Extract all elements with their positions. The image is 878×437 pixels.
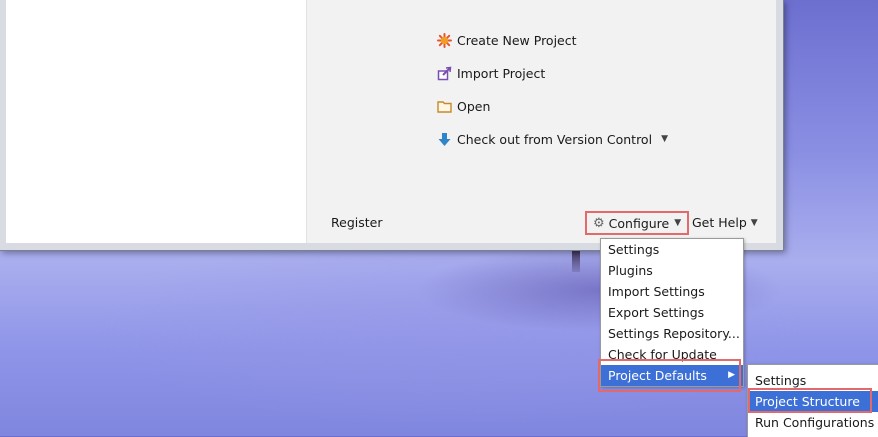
project-defaults-label: Project Defaults [608,368,707,383]
checkout-vcs-label: Check out from Version Control [457,131,653,147]
configure-button[interactable]: ⚙ Configure ▼ [585,211,690,235]
import-project-label: Import Project [457,65,546,81]
menu-item-settings[interactable]: Settings [601,239,743,260]
submenu-item-run-configurations[interactable]: Run Configurations [748,412,878,433]
menu-item-plugins[interactable]: Plugins [601,260,743,281]
submenu-item-project-structure[interactable]: Project Structure [748,391,878,412]
project-defaults-submenu: Settings Project Structure Run Configura… [747,364,878,437]
chevron-down-icon: ▼ [750,217,758,228]
checkout-vcs-action[interactable]: Check out from Version Control ▼ [437,129,668,149]
sun-star-icon [437,32,452,48]
create-new-project-action[interactable]: Create New Project [437,30,577,50]
open-action[interactable]: Open [437,96,490,116]
welcome-window: Create New Project Import Project Open C… [0,0,784,251]
down-arrow-icon [437,132,452,147]
create-new-project-label: Create New Project [457,32,577,48]
get-help-button[interactable]: Get Help ▼ [692,215,758,230]
configure-menu: Settings Plugins Import Settings Export … [600,238,744,387]
recent-projects-pane [6,0,307,243]
menu-item-check-for-update[interactable]: Check for Update [601,344,743,365]
gear-icon: ⚙ [593,215,605,231]
submenu-item-settings[interactable]: Settings [748,370,878,391]
chevron-down-icon: ▼ [674,218,682,228]
background-shadow-post [572,250,580,272]
register-link[interactable]: Register [331,215,382,230]
folder-icon [437,99,452,114]
menu-item-project-defaults[interactable]: Project Defaults ▶ [601,365,743,386]
menu-item-import-settings[interactable]: Import Settings [601,281,743,302]
quick-start-pane: Create New Project Import Project Open C… [307,0,776,243]
submenu-arrow-icon: ▶ [728,370,735,380]
get-help-label: Get Help [692,215,747,230]
configure-label: Configure [608,215,670,231]
menu-item-export-settings[interactable]: Export Settings [601,302,743,323]
chevron-down-icon: ▼ [661,134,668,144]
import-icon [437,66,452,81]
open-label: Open [457,98,491,114]
import-project-action[interactable]: Import Project [437,63,545,83]
menu-item-settings-repository[interactable]: Settings Repository... [601,323,743,344]
